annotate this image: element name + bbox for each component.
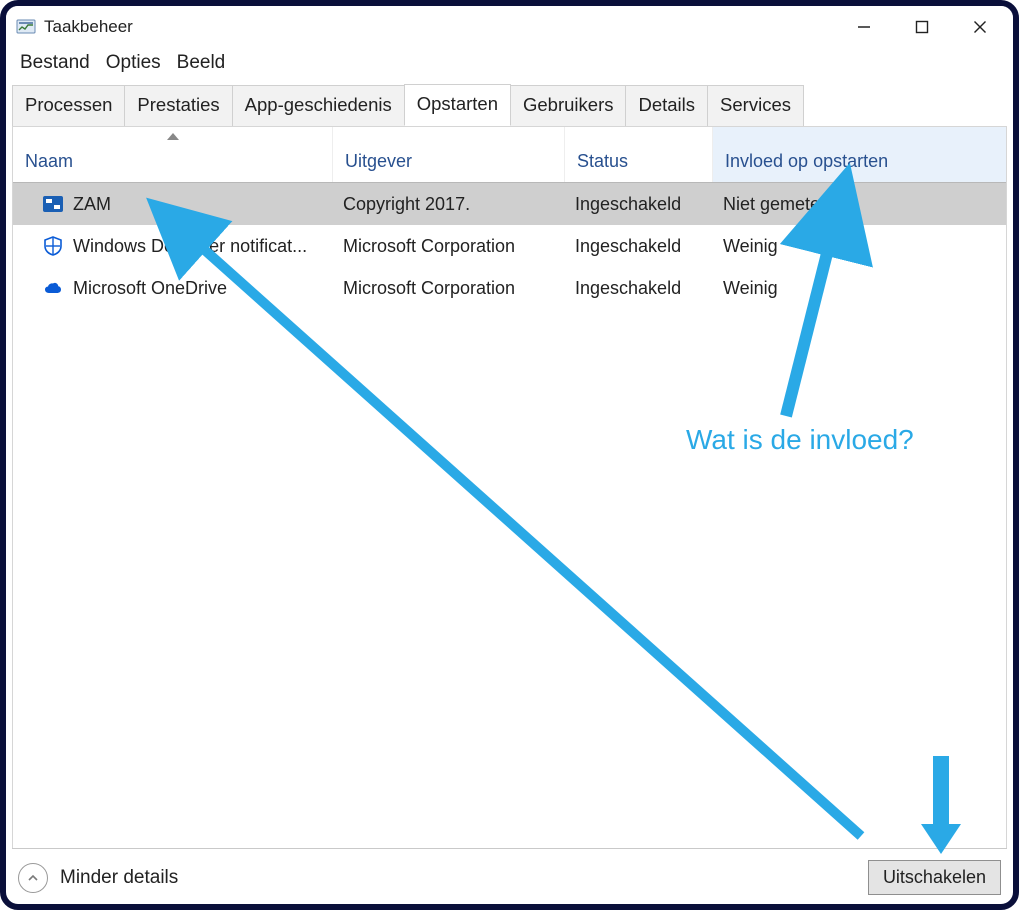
cell-invloed: Weinig	[713, 278, 1006, 299]
cell-status: Ingeschakeld	[565, 236, 713, 257]
zam-icon	[43, 194, 63, 214]
minimize-button[interactable]	[835, 8, 893, 46]
disable-button[interactable]: Uitschakelen	[868, 860, 1001, 895]
tab-gebruikers[interactable]: Gebruikers	[510, 85, 626, 126]
cell-invloed: Niet gemeten	[713, 194, 1006, 215]
startup-rows: ZAM Copyright 2017. Ingeschakeld Niet ge…	[13, 183, 1006, 309]
column-header-label: Uitgever	[345, 151, 412, 172]
cell-naam: Microsoft OneDrive	[73, 278, 227, 299]
menu-bestand[interactable]: Bestand	[14, 50, 96, 76]
tab-prestaties[interactable]: Prestaties	[124, 85, 232, 126]
column-header-uitgever[interactable]: Uitgever	[333, 127, 565, 182]
table-row[interactable]: Microsoft OneDrive Microsoft Corporation…	[13, 267, 1006, 309]
maximize-button[interactable]	[893, 8, 951, 46]
column-header-label: Naam	[25, 151, 73, 172]
cell-naam: Windows Defender notificat...	[73, 236, 307, 257]
cell-status: Ingeschakeld	[565, 278, 713, 299]
onedrive-icon	[43, 278, 63, 298]
table-row[interactable]: Windows Defender notificat... Microsoft …	[13, 225, 1006, 267]
tab-processen[interactable]: Processen	[12, 85, 125, 126]
cell-naam: ZAM	[73, 194, 111, 215]
cell-uitgever: Microsoft Corporation	[333, 278, 565, 299]
column-header-naam[interactable]: Naam	[13, 127, 333, 182]
tab-services[interactable]: Services	[707, 85, 804, 126]
tab-details[interactable]: Details	[625, 85, 708, 126]
menubar: Bestand Opties Beeld	[6, 48, 1013, 84]
tabstrip: Processen Prestaties App-geschiedenis Op…	[6, 84, 1013, 126]
tab-opstarten[interactable]: Opstarten	[404, 84, 511, 126]
column-header-invloed[interactable]: Invloed op opstarten	[713, 127, 1006, 182]
table-row[interactable]: ZAM Copyright 2017. Ingeschakeld Niet ge…	[13, 183, 1006, 225]
cell-invloed: Weinig	[713, 236, 1006, 257]
startup-tab-content: Naam Uitgever Status Invloed op opstarte…	[12, 126, 1007, 882]
tab-app-geschiedenis[interactable]: App-geschiedenis	[232, 85, 405, 126]
menu-opties[interactable]: Opties	[100, 50, 167, 76]
titlebar: Taakbeheer	[6, 6, 1013, 48]
sort-ascending-icon	[167, 133, 179, 140]
close-button[interactable]	[951, 8, 1009, 46]
column-header-label: Invloed op opstarten	[725, 151, 888, 172]
task-manager-icon	[16, 17, 36, 37]
window-title: Taakbeheer	[44, 17, 133, 37]
menu-beeld[interactable]: Beeld	[171, 50, 232, 76]
fewer-details-label: Minder details	[60, 867, 178, 889]
defender-icon	[43, 236, 63, 256]
column-header-status[interactable]: Status	[565, 127, 713, 182]
fewer-details-toggle[interactable]: Minder details	[18, 863, 178, 893]
cell-uitgever: Copyright 2017.	[333, 194, 565, 215]
cell-status: Ingeschakeld	[565, 194, 713, 215]
column-headers: Naam Uitgever Status Invloed op opstarte…	[13, 127, 1006, 183]
cell-uitgever: Microsoft Corporation	[333, 236, 565, 257]
chevron-up-icon	[18, 863, 48, 893]
bottom-bar: Minder details Uitschakelen	[12, 848, 1007, 898]
column-header-label: Status	[577, 151, 628, 172]
